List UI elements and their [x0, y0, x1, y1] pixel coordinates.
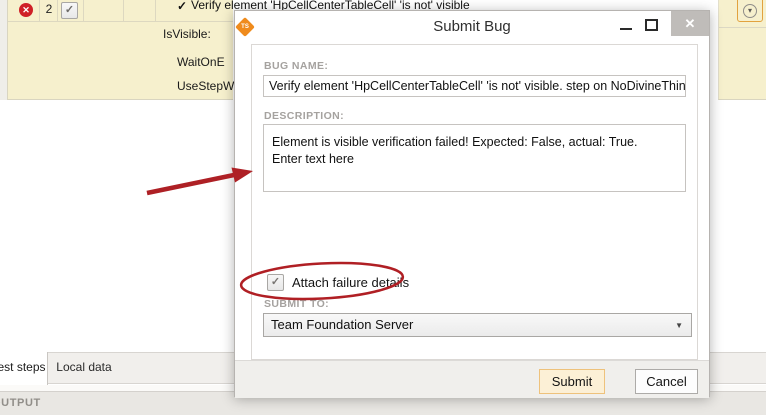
output-panel-title: OUTPUT	[0, 397, 41, 409]
row-divider	[719, 27, 766, 28]
step-enabled-checkbox[interactable]: ✓	[61, 2, 78, 19]
submit-to-value: Team Foundation Server	[271, 317, 414, 332]
chevron-down-icon: ▾	[743, 4, 757, 18]
minimize-icon[interactable]	[620, 28, 632, 30]
maximize-icon[interactable]	[645, 19, 658, 31]
tab-local-data[interactable]: Local data	[48, 353, 120, 384]
bug-name-input[interactable]: Verify element 'HpCellCenterTableCell' '…	[263, 75, 686, 97]
property-label-usestepw: UseStepW	[177, 79, 235, 93]
property-label-isvisible: IsVisible:	[163, 27, 211, 41]
dialog-content-panel: BUG NAME: Verify element 'HpCellCenterTa…	[251, 44, 698, 360]
step-number: 2	[45, 2, 53, 16]
step-check-icon: ✓	[177, 0, 188, 13]
submit-to-label: SUBMIT TO:	[264, 298, 330, 310]
tab-test-steps[interactable]: Test steps	[0, 352, 48, 385]
dialog-title: Submit Bug	[433, 18, 511, 35]
property-label-waitone: WaitOnE	[177, 55, 225, 69]
submit-button[interactable]: Submit	[539, 369, 605, 394]
column-separator	[155, 0, 156, 21]
row-divider	[8, 21, 233, 22]
annotation-arrow-shaft	[146, 172, 235, 196]
dialog-footer: Submit Cancel	[235, 360, 709, 398]
cancel-button[interactable]: Cancel	[635, 369, 698, 394]
description-textarea[interactable]: Element is visible verification failed! …	[263, 124, 686, 192]
attach-failure-details-label[interactable]: Attach failure details	[292, 275, 409, 290]
description-line-1: Element is visible verification failed! …	[272, 135, 638, 149]
test-step-row[interactable]: ✕ 2 ✓ ✓ Verify element 'HpCellCenterTabl…	[0, 0, 470, 100]
column-separator	[57, 0, 58, 21]
select-dropdown-arrow-icon: ▼	[675, 321, 683, 330]
expand-step-button[interactable]: ▾	[737, 0, 763, 22]
attach-failure-details-checkbox[interactable]: ✓	[267, 274, 284, 291]
step-error-icon: ✕	[19, 3, 33, 17]
submit-to-select[interactable]: Team Foundation Server ▼	[263, 313, 692, 337]
submit-bug-dialog: TS Submit Bug ✕ BUG NAME: Verify element…	[234, 10, 710, 398]
description-line-2: Enter text here	[272, 152, 354, 166]
bug-name-label: BUG NAME:	[264, 60, 329, 72]
description-label: DESCRIPTION:	[264, 110, 345, 122]
screen: ✕ 2 ✓ ✓ Verify element 'HpCellCenterTabl…	[0, 0, 766, 415]
column-separator	[83, 0, 84, 21]
column-separator	[39, 0, 40, 21]
step-row-right-section: ▾	[718, 0, 766, 100]
grid-gutter	[0, 0, 8, 100]
column-separator	[123, 0, 124, 21]
close-icon[interactable]: ✕	[671, 11, 709, 36]
